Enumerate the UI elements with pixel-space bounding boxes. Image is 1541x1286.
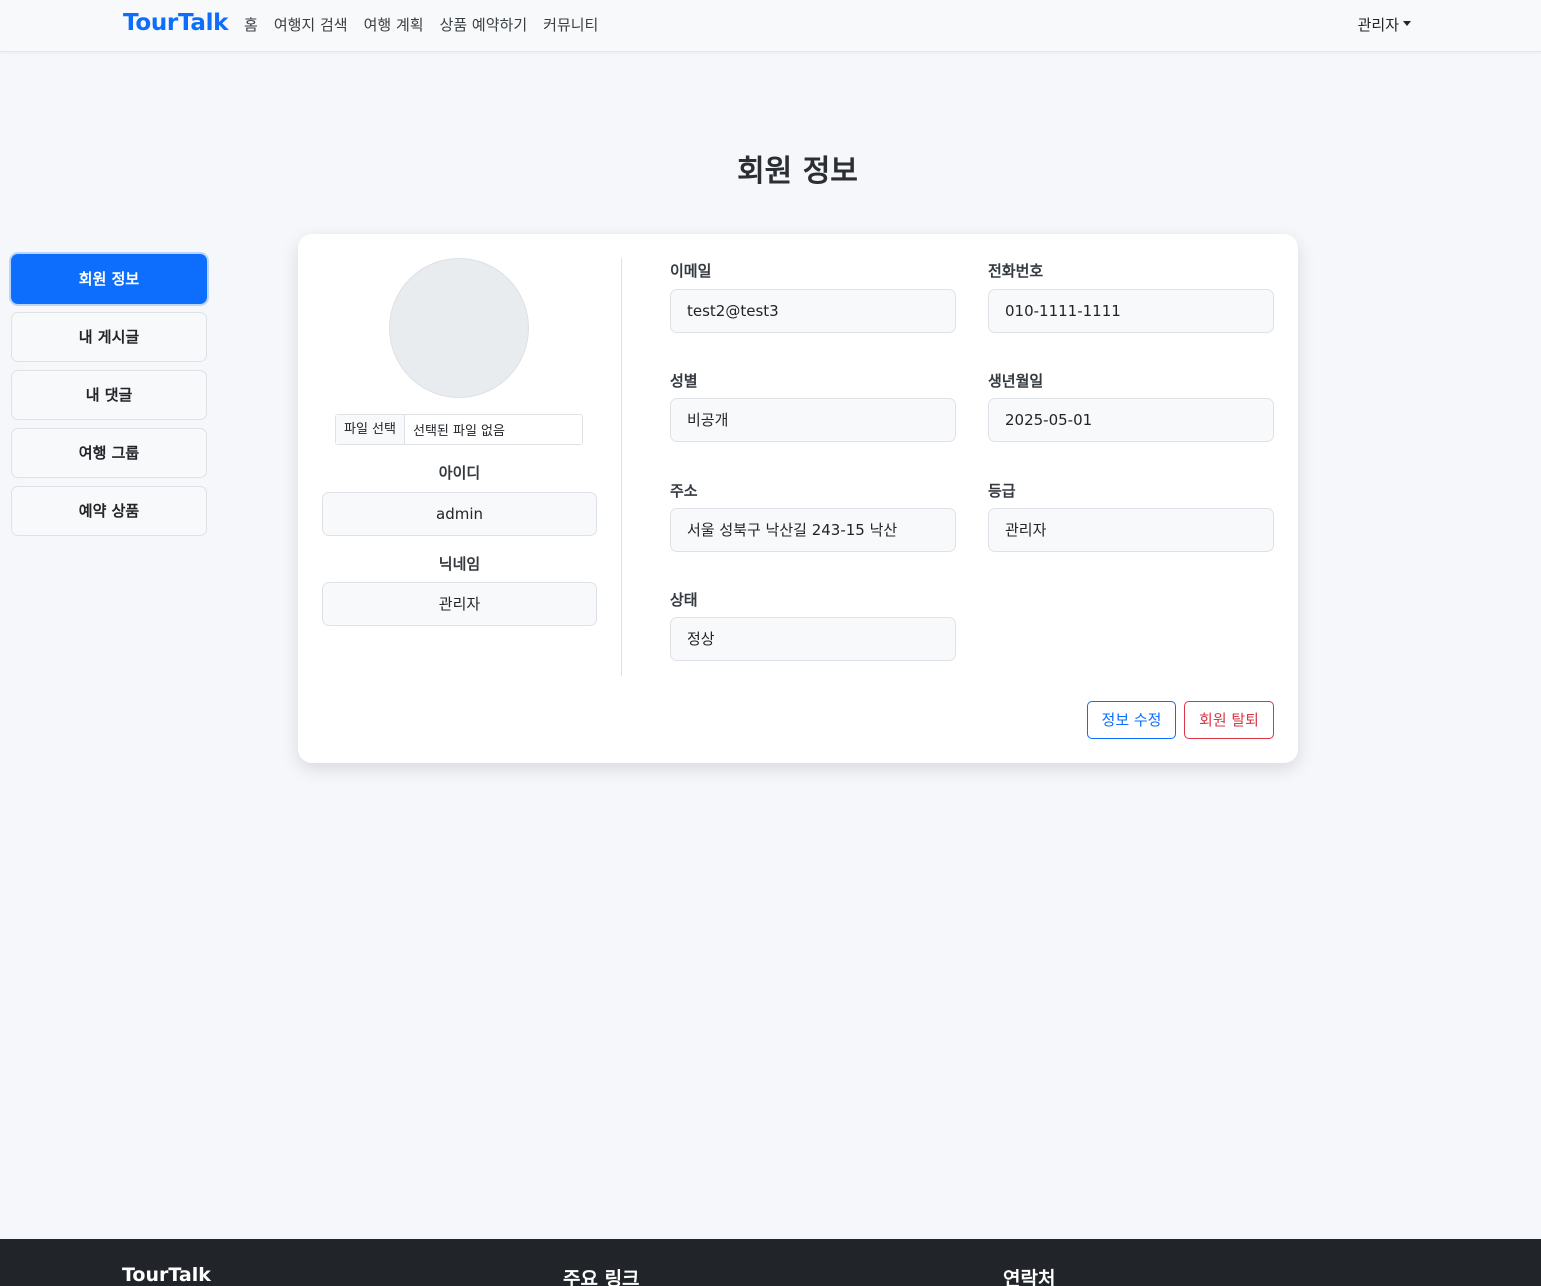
birthdate-field: 2025-05-01	[988, 398, 1274, 442]
file-status-text: 선택된 파일 없음	[412, 424, 505, 439]
page-title: 회원 정보	[737, 154, 858, 189]
member-info-card: 파일 선택 선택된 파일 없음 아이디 admin 닉네임 관리자 이메일 te…	[298, 234, 1298, 763]
nav-link-home[interactable]: 홈	[236, 14, 266, 35]
nav-link-community[interactable]: 커뮤니티	[535, 14, 606, 35]
sidebar-item-my-posts[interactable]: 내 게시글	[11, 312, 207, 362]
address-field: 서울 성북구 낙산길 243-15 낙산	[670, 508, 956, 552]
id-label: 아이디	[438, 464, 481, 482]
footer-brand: TourTalk	[122, 1264, 211, 1286]
status-field: 정상	[670, 617, 956, 661]
profile-image-file-input[interactable]: 파일 선택 선택된 파일 없음	[335, 414, 583, 445]
nav-links: 홈 여행지 검색 여행 계획 상품 예약하기 커뮤니티	[236, 14, 606, 35]
top-navbar: TourTalk 홈 여행지 검색 여행 계획 상품 예약하기 커뮤니티 관리자	[0, 0, 1541, 52]
phone-field: 010-1111-1111	[988, 289, 1274, 333]
id-field: admin	[322, 492, 597, 536]
user-name: 관리자	[1357, 16, 1399, 34]
avatar	[389, 258, 529, 398]
footer-links-heading: 주요 링크	[563, 1268, 640, 1286]
footer-contact-heading: 연락처	[1003, 1268, 1056, 1286]
sidebar-item-booked-products[interactable]: 예약 상품	[11, 486, 207, 536]
edit-info-button[interactable]: 정보 수정	[1087, 701, 1176, 739]
grade-label: 등급	[988, 482, 1016, 500]
sidebar: 회원 정보 내 게시글 내 댓글 여행 그룹 예약 상품	[11, 254, 207, 544]
sidebar-item-my-comments[interactable]: 내 댓글	[11, 370, 207, 420]
caret-down-icon	[1403, 21, 1411, 26]
sidebar-item-travel-groups[interactable]: 여행 그룹	[11, 428, 207, 478]
choose-file-button[interactable]: 파일 선택	[336, 415, 405, 444]
grade-field: 관리자	[988, 508, 1274, 552]
footer: TourTalk 주요 링크 연락처	[0, 1239, 1541, 1286]
vertical-divider	[621, 258, 622, 676]
nav-link-travel-plan[interactable]: 여행 계획	[356, 14, 432, 35]
status-label: 상태	[670, 591, 698, 609]
gender-field: 비공개	[670, 398, 956, 442]
nav-link-product-booking[interactable]: 상품 예약하기	[432, 14, 536, 35]
phone-label: 전화번호	[988, 262, 1044, 280]
address-label: 주소	[670, 482, 698, 500]
nav-link-destination-search[interactable]: 여행지 검색	[266, 14, 356, 35]
email-field: test2@test3	[670, 289, 956, 333]
nickname-field: 관리자	[322, 582, 597, 626]
sidebar-item-member-info[interactable]: 회원 정보	[11, 254, 207, 304]
gender-label: 성별	[670, 372, 698, 390]
email-label: 이메일	[670, 262, 712, 280]
brand-logo[interactable]: TourTalk	[123, 10, 228, 36]
withdraw-button[interactable]: 회원 탈퇴	[1184, 701, 1274, 739]
nickname-label: 닉네임	[438, 555, 481, 573]
user-dropdown[interactable]: 관리자	[1358, 14, 1411, 35]
birthdate-label: 생년월일	[988, 372, 1044, 390]
